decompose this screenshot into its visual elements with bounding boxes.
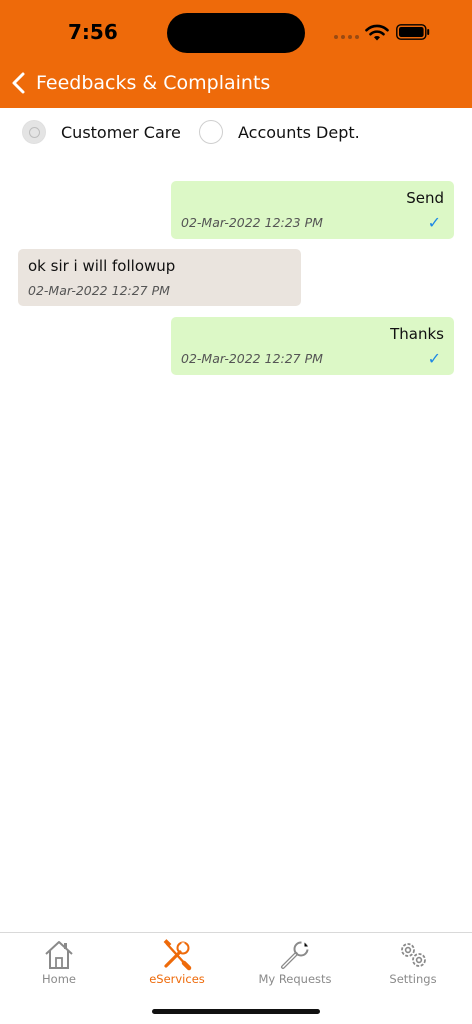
navigation-bar: Feedbacks & Complaints	[0, 62, 472, 104]
radio-label: Customer Care	[61, 122, 181, 142]
tab-eservices[interactable]: eServices	[118, 933, 236, 993]
wrench-icon	[281, 941, 309, 969]
radio-button-selected[interactable]	[22, 120, 46, 144]
back-button[interactable]: Feedbacks & Complaints	[10, 64, 270, 102]
message-timestamp: 02-Mar-2022 12:23 PM	[181, 215, 323, 230]
tab-label: Settings	[389, 972, 437, 986]
message-text: Send	[406, 189, 444, 207]
department-selector: Customer Care Accounts Dept.	[0, 108, 472, 158]
gears-icon	[401, 943, 426, 967]
message-text: Thanks	[390, 325, 444, 343]
dynamic-island	[167, 13, 305, 53]
radio-label: Accounts Dept.	[238, 122, 360, 142]
read-check-icon: ✓	[427, 351, 441, 368]
chevron-left-icon	[12, 72, 25, 94]
tools-icon	[163, 939, 192, 971]
app-header: 7:56 Feedbacks & Complaints	[0, 0, 472, 108]
message-timestamp: 02-Mar-2022 12:27 PM	[28, 283, 170, 298]
radio-accounts-dept[interactable]: Accounts Dept.	[199, 120, 360, 144]
wifi-icon	[365, 24, 389, 41]
status-time: 7:56	[68, 20, 118, 44]
home-indicator	[152, 1009, 320, 1014]
page-title: Feedbacks & Complaints	[36, 72, 271, 94]
tab-label: My Requests	[258, 972, 332, 986]
message-timestamp: 02-Mar-2022 12:27 PM	[181, 351, 323, 366]
tab-label: eServices	[149, 972, 205, 986]
tab-home[interactable]: Home	[0, 933, 118, 993]
read-check-icon: ✓	[427, 215, 441, 232]
radio-customer-care[interactable]: Customer Care	[22, 120, 181, 144]
radio-button[interactable]	[199, 120, 223, 144]
tab-settings[interactable]: Settings	[354, 933, 472, 993]
outgoing-message: Send 02-Mar-2022 12:23 PM ✓	[171, 181, 454, 239]
tab-my-requests[interactable]: My Requests	[236, 933, 354, 993]
home-icon	[45, 941, 73, 969]
tab-label: Home	[42, 972, 76, 986]
message-text: ok sir i will followup	[28, 257, 176, 275]
outgoing-message: Thanks 02-Mar-2022 12:27 PM ✓	[171, 317, 454, 375]
battery-icon	[396, 24, 430, 40]
incoming-message: ok sir i will followup 02-Mar-2022 12:27…	[18, 249, 301, 306]
cellular-signal-icon	[334, 35, 359, 39]
